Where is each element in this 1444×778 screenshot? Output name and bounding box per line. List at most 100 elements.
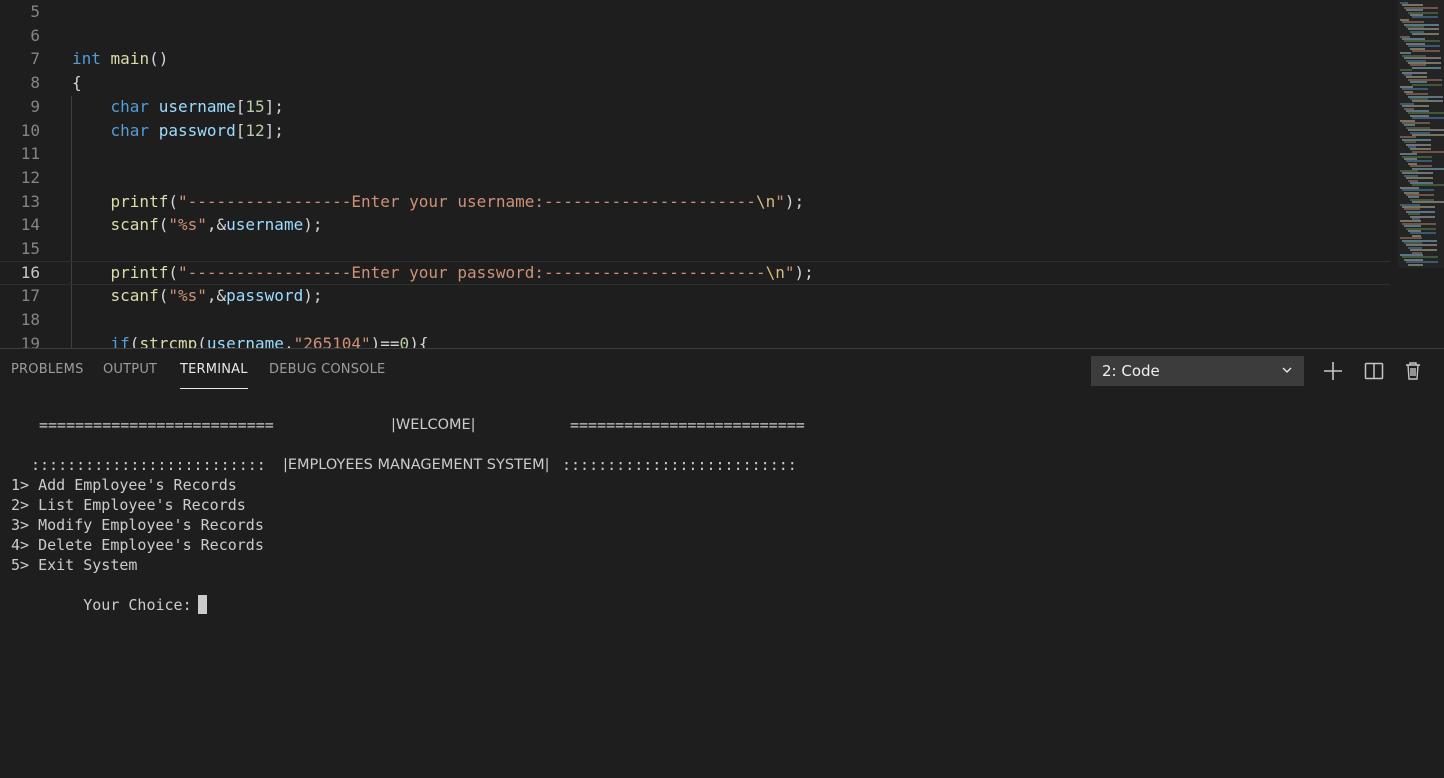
- code-line[interactable]: 11: [0, 142, 1390, 166]
- tab-problems[interactable]: PROBLEMS: [11, 362, 84, 388]
- minimap-line: [1412, 100, 1443, 103]
- line-number: 17: [20, 286, 40, 305]
- code-text: scanf("%s",&username);: [72, 213, 323, 237]
- code-token: \n: [765, 263, 785, 282]
- tab-output[interactable]: OUTPUT: [103, 362, 157, 388]
- line-number: 9: [30, 97, 40, 116]
- code-token: "%s": [168, 215, 207, 234]
- code-token: (: [168, 263, 178, 282]
- trash-icon[interactable]: [1400, 358, 1426, 384]
- split-icon[interactable]: [1361, 358, 1387, 384]
- line-number: 11: [20, 144, 40, 163]
- menu-item: 2> List Employee's Records: [11, 496, 246, 514]
- terminal-select[interactable]: 2: Code: [1091, 356, 1304, 386]
- panel-tabs: PROBLEMS OUTPUT TERMINAL DEBUG CONSOLE: [0, 349, 700, 389]
- code-token: (: [158, 215, 169, 234]
- code-line[interactable]: 19 if(strcmp(username,"265104")==0){: [0, 332, 1390, 348]
- code-token: );: [303, 286, 323, 305]
- minimap-line: [1412, 50, 1440, 52]
- code-token: strcmp: [139, 334, 198, 348]
- code-token: (: [197, 334, 207, 348]
- code-token: );: [794, 263, 814, 282]
- code-token: [: [235, 121, 246, 140]
- code-token: ,&: [206, 215, 227, 234]
- tab-debug-console[interactable]: DEBUG CONSOLE: [269, 362, 385, 388]
- line-number: 5: [30, 2, 40, 21]
- code-token: ": [775, 192, 785, 211]
- welcome-left-rule: ==========================: [39, 416, 274, 434]
- line-number: 10: [20, 121, 40, 140]
- code-token: );: [784, 192, 805, 211]
- prompt-line[interactable]: Your Choice:: [11, 575, 207, 614]
- menu-item: 1> Add Employee's Records: [11, 476, 237, 494]
- code-line[interactable]: 17 scanf("%s",&password);: [0, 284, 1390, 308]
- code-token: (: [158, 286, 169, 305]
- line-number: 15: [20, 239, 40, 258]
- line-number: 8: [30, 73, 40, 92]
- code-area[interactable]: 5 6 7 int main() 8{9 char username[15]; 10 ch…: [0, 0, 1398, 348]
- code-token: (: [129, 334, 140, 348]
- code-text: int main(): [72, 47, 168, 71]
- code-token: 12: [245, 121, 265, 140]
- minimap[interactable]: [1398, 0, 1444, 268]
- code-token: 15: [245, 97, 265, 116]
- terminal-cursor: [197, 595, 207, 614]
- code-line[interactable]: 15: [0, 237, 1390, 261]
- chevron-down-icon: [1282, 367, 1292, 373]
- code-token: "-----------------Enter your username:--…: [177, 192, 756, 211]
- code-token: ];: [264, 121, 284, 140]
- line-number: 13: [20, 192, 40, 211]
- code-token: username: [158, 97, 236, 116]
- code-token: ){: [409, 334, 429, 348]
- code-line[interactable]: 18: [0, 308, 1390, 332]
- code-token: (): [149, 49, 169, 68]
- code-token: )==: [370, 334, 400, 348]
- system-right-rule: ::::::::::::::::::::::::::: [562, 456, 797, 474]
- code-line[interactable]: 8{: [0, 71, 1390, 95]
- code-token: char: [110, 121, 150, 140]
- line-number: 19: [20, 334, 40, 348]
- code-token: ,: [283, 334, 294, 348]
- code-token: password: [226, 286, 304, 305]
- minimap-line: [1412, 83, 1442, 86]
- code-line[interactable]: 13 printf("-----------------Enter your u…: [0, 190, 1390, 214]
- code-token: if: [110, 334, 130, 348]
- code-line[interactable]: 16 printf("-----------------Enter your p…: [0, 261, 1390, 285]
- code-token: scanf: [110, 286, 159, 305]
- code-token: password: [158, 121, 236, 140]
- bottom-panel: PROBLEMS OUTPUT TERMINAL DEBUG CONSOLE 2…: [0, 348, 1444, 778]
- code-text: {: [72, 71, 82, 95]
- code-line[interactable]: 6: [0, 24, 1390, 48]
- terminal-output[interactable]: ========================== |WELCOME| ===…: [11, 415, 1431, 755]
- code-line[interactable]: 9 char username[15];: [0, 95, 1390, 119]
- plus-icon[interactable]: [1320, 358, 1346, 384]
- code-token: "265104": [293, 334, 371, 348]
- welcome-right-rule: ==========================: [570, 416, 805, 434]
- minimap-line: [1412, 66, 1441, 69]
- code-token: printf: [110, 263, 169, 282]
- code-token: (: [168, 192, 178, 211]
- code-token: \n: [755, 192, 776, 211]
- code-token: "%s": [168, 286, 207, 305]
- line-number: 18: [20, 310, 40, 329]
- code-line[interactable]: 12: [0, 166, 1390, 190]
- code-line[interactable]: 5: [0, 0, 1390, 24]
- line-number: 7: [30, 49, 40, 68]
- code-line[interactable]: 7 int main(): [0, 47, 1390, 71]
- tab-terminal[interactable]: TERMINAL: [180, 362, 248, 389]
- prompt-label: Your Choice:: [83, 596, 192, 614]
- code-token: main: [110, 49, 150, 68]
- code-line[interactable]: 10 char password[12];: [0, 119, 1390, 143]
- code-token: [: [235, 97, 246, 116]
- code-token: printf: [110, 192, 169, 211]
- code-editor[interactable]: 5 6 7 int main() 8{9 char username[15]; 10 ch…: [0, 0, 1444, 348]
- minimap-line: [1412, 33, 1439, 36]
- welcome-title: |WELCOME|: [391, 417, 476, 433]
- code-line[interactable]: 14 scanf("%s",&username);: [0, 213, 1390, 237]
